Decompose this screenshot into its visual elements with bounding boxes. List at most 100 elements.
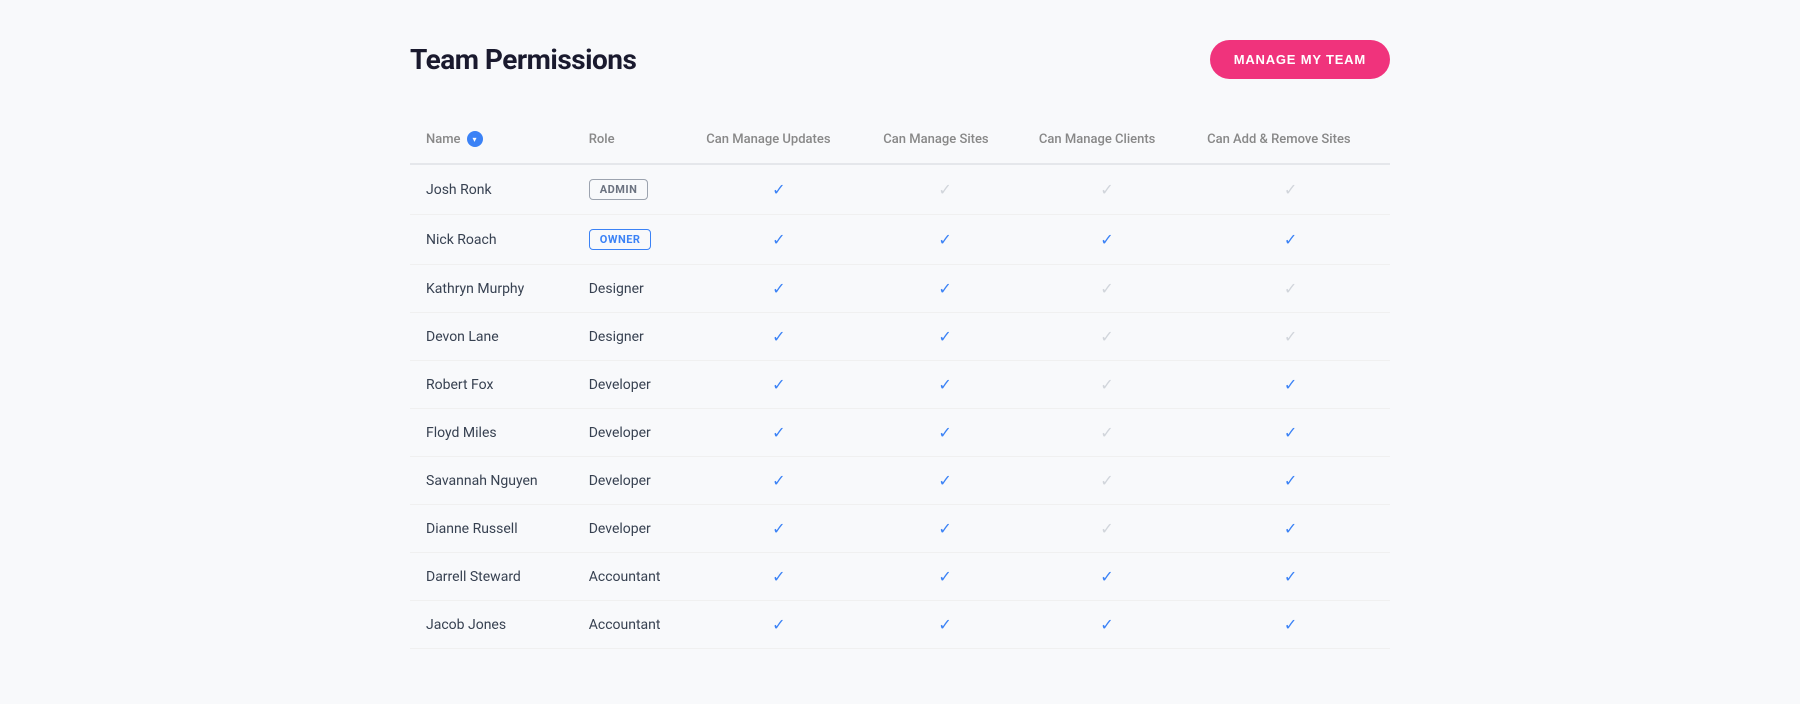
check-true-icon: ✓ [706,327,851,346]
manage-team-button[interactable]: MANAGE MY TEAM [1210,40,1390,79]
check-false-icon: ✓ [1039,423,1175,442]
cell-can-add-remove-sites: ✓ [1191,164,1390,215]
check-true-icon: ✓ [1039,567,1175,586]
cell-role: Developer [573,457,691,505]
table-row[interactable]: Dianne RussellDeveloper✓✓✓✓ [410,505,1390,553]
cell-can-add-remove-sites: ✓ [1191,313,1390,361]
check-true-icon: ✓ [706,519,851,538]
cell-can-manage-clients: ✓ [1023,361,1191,409]
cell-can-manage-sites: ✓ [867,409,1023,457]
cell-can-manage-sites: ✓ [867,361,1023,409]
cell-can-add-remove-sites: ✓ [1191,215,1390,265]
check-false-icon: ✓ [1039,180,1175,199]
table-row[interactable]: Robert FoxDeveloper✓✓✓✓ [410,361,1390,409]
cell-can-add-remove-sites: ✓ [1191,505,1390,553]
cell-name: Dianne Russell [410,505,573,553]
cell-can-manage-sites: ✓ [867,164,1023,215]
check-true-icon: ✓ [706,279,851,298]
cell-can-manage-clients: ✓ [1023,601,1191,649]
cell-can-manage-sites: ✓ [867,457,1023,505]
check-true-icon: ✓ [883,615,1007,634]
col-header-manage-updates: Can Manage Updates [690,119,867,164]
table-row[interactable]: Savannah NguyenDeveloper✓✓✓✓ [410,457,1390,505]
table-row[interactable]: Devon LaneDesigner✓✓✓✓ [410,313,1390,361]
check-true-icon: ✓ [883,375,1007,394]
col-header-role: Role [573,119,691,164]
check-true-icon: ✓ [1207,615,1374,634]
cell-can-add-remove-sites: ✓ [1191,265,1390,313]
cell-role: Developer [573,361,691,409]
check-true-icon: ✓ [1039,230,1175,249]
cell-can-add-remove-sites: ✓ [1191,601,1390,649]
check-true-icon: ✓ [706,471,851,490]
table-row[interactable]: Josh RonkADMIN✓✓✓✓ [410,164,1390,215]
table-body: Josh RonkADMIN✓✓✓✓Nick RoachOWNER✓✓✓✓Kat… [410,164,1390,649]
cell-name: Floyd Miles [410,409,573,457]
check-true-icon: ✓ [706,615,851,634]
check-true-icon: ✓ [1207,471,1374,490]
check-true-icon: ✓ [1207,519,1374,538]
check-true-icon: ✓ [883,423,1007,442]
cell-can-manage-updates: ✓ [690,361,867,409]
col-header-manage-sites: Can Manage Sites [867,119,1023,164]
cell-name: Josh Ronk [410,164,573,215]
col-header-name[interactable]: Name ▾ [410,119,573,164]
table-row[interactable]: Kathryn MurphyDesigner✓✓✓✓ [410,265,1390,313]
cell-role: Accountant [573,601,691,649]
cell-can-manage-clients: ✓ [1023,164,1191,215]
cell-role: Developer [573,409,691,457]
cell-can-manage-sites: ✓ [867,313,1023,361]
sort-icon[interactable]: ▾ [467,131,483,147]
page-title: Team Permissions [410,43,636,76]
cell-can-manage-updates: ✓ [690,215,867,265]
cell-can-manage-clients: ✓ [1023,215,1191,265]
check-true-icon: ✓ [706,230,851,249]
table-row[interactable]: Nick Roach OWNER ✓ ✓ ✓ ✓ [410,215,1390,265]
cell-can-manage-sites: ✓ [867,601,1023,649]
table-row[interactable]: Jacob JonesAccountant✓✓✓✓ [410,601,1390,649]
cell-can-manage-sites: ✓ [867,553,1023,601]
permissions-table: Name ▾ Role Can Manage Updates Can Manag… [410,119,1390,649]
check-true-icon: ✓ [1207,567,1374,586]
cell-can-manage-updates: ✓ [690,601,867,649]
page-header: Team Permissions MANAGE MY TEAM [410,40,1390,79]
check-true-icon: ✓ [1039,615,1175,634]
check-true-icon: ✓ [883,279,1007,298]
cell-role: ADMIN [573,164,691,215]
cell-role: Designer [573,265,691,313]
cell-role: Developer [573,505,691,553]
cell-can-manage-updates: ✓ [690,505,867,553]
cell-can-manage-clients: ✓ [1023,505,1191,553]
role-badge: OWNER [589,229,652,250]
cell-can-manage-sites: ✓ [867,505,1023,553]
table-row[interactable]: Darrell StewardAccountant✓✓✓✓ [410,553,1390,601]
table-header: Name ▾ Role Can Manage Updates Can Manag… [410,119,1390,164]
table-row[interactable]: Floyd MilesDeveloper ✓ ✓ ✓ ✓ [410,409,1390,457]
check-true-icon: ✓ [883,567,1007,586]
cell-role: Designer [573,313,691,361]
check-true-icon: ✓ [883,230,1007,249]
check-true-icon: ✓ [706,423,851,442]
cell-can-manage-updates: ✓ [690,164,867,215]
cell-name: Darrell Steward [410,553,573,601]
cell-name: Nick Roach [410,215,573,265]
cell-can-manage-sites: ✓ [867,215,1023,265]
cell-can-manage-updates: ✓ [690,553,867,601]
cell-name: Kathryn Murphy [410,265,573,313]
col-header-add-remove-sites: Can Add & Remove Sites [1191,119,1390,164]
check-true-icon: ✓ [883,471,1007,490]
cell-can-manage-updates: ✓ [690,457,867,505]
cell-can-manage-updates: ✓ [690,265,867,313]
cell-can-add-remove-sites: ✓ [1191,409,1390,457]
check-true-icon: ✓ [706,567,851,586]
check-false-icon: ✓ [1039,471,1175,490]
cell-can-manage-clients: ✓ [1023,553,1191,601]
check-true-icon: ✓ [1207,230,1374,249]
cell-can-manage-sites: ✓ [867,265,1023,313]
cell-name: Devon Lane [410,313,573,361]
cell-can-manage-clients: ✓ [1023,265,1191,313]
cell-can-add-remove-sites: ✓ [1191,361,1390,409]
check-false-icon: ✓ [1207,327,1374,346]
check-true-icon: ✓ [1207,375,1374,394]
col-header-manage-clients: Can Manage Clients [1023,119,1191,164]
